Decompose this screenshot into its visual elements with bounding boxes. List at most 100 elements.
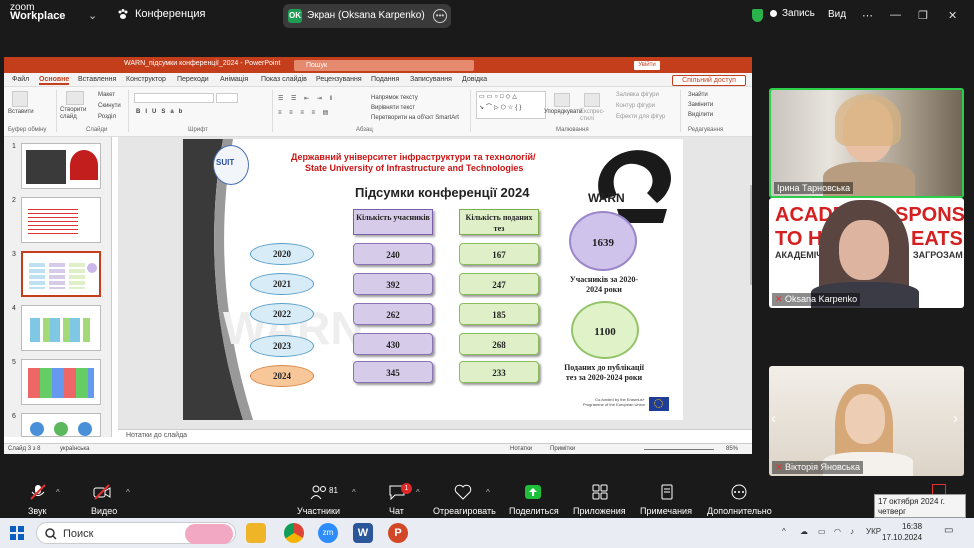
more-icon[interactable] [730,484,748,500]
list-buttons[interactable]: ☰ ☰ ⇤ ⇥ ‖ [278,95,335,102]
next-arrow-icon[interactable]: › [953,242,958,259]
tab-design[interactable]: Конструктор [126,76,166,83]
ppt-search-input[interactable]: Пошук [294,60,474,71]
taskbar-search-input[interactable]: Поиск [36,522,236,544]
new-slide-button[interactable]: Створити слайд [60,107,90,121]
slide-thumbnail-6[interactable] [21,413,101,437]
smartart-button[interactable]: Перетворити на об'єкт SmartArt [371,115,459,121]
share-button[interactable]: Спільний доступ [672,75,746,86]
view-button[interactable]: Вид [828,9,846,20]
align-text-button[interactable]: Вирівняти текст [371,105,415,111]
windows-start-icon[interactable] [10,526,24,540]
network-icon[interactable]: ▭ [818,527,826,536]
reset-button[interactable]: Скинути [98,103,121,109]
quick-styles-button[interactable]: Експрес-стилі [580,109,608,123]
login-button[interactable]: Увійти [634,61,660,70]
vertical-scrollbar[interactable] [750,185,752,285]
share-button[interactable]: Поделиться [509,506,559,516]
tab-transitions[interactable]: Переходи [177,76,209,83]
apps-icon[interactable] [591,484,609,500]
font-name-select[interactable] [134,93,214,103]
select-button[interactable]: Виділити [688,112,713,118]
notes-pane[interactable]: Нотатки до слайда [118,429,752,441]
replace-button[interactable]: Замінити [688,102,713,108]
heart-icon[interactable] [454,484,472,500]
slide-thumbnail-1[interactable] [21,143,101,189]
chevron-up-icon[interactable]: ^ [126,488,130,497]
arrange-icon[interactable] [554,93,570,107]
mic-muted-icon[interactable] [29,484,47,500]
taskbar-clock[interactable]: 16:38 17.10.2024 [882,521,922,543]
zoom-level[interactable]: 85% [726,446,738,452]
minimize-icon[interactable]: — [890,9,901,21]
arrange-button[interactable]: Упорядкувати [544,109,582,116]
notes-button[interactable]: Примечания [640,506,692,516]
chevron-up-icon[interactable]: ^ [352,488,356,497]
powerpoint-icon[interactable]: P [388,523,408,543]
next-arrow-icon[interactable]: › [953,410,958,427]
shield-icon[interactable] [752,9,763,22]
cloud-icon[interactable]: ☁ [800,527,808,536]
slide-thumbnail-3[interactable] [21,251,101,297]
chevron-up-icon[interactable]: ^ [56,488,60,497]
share-screen-icon[interactable] [524,484,542,500]
prev-arrow-icon[interactable]: ‹ [771,410,776,427]
chevron-up-icon[interactable]: ^ [486,488,490,497]
shape-fill-button[interactable]: Заливка фігури [616,92,659,98]
tab-help[interactable]: Довідка [462,76,487,83]
file-explorer-icon[interactable] [246,523,266,543]
meeting-title[interactable]: Конференция [135,8,205,20]
slide-thumbnail-2[interactable] [21,197,101,243]
shape-outline-button[interactable]: Контур фігури [616,103,655,109]
align-buttons[interactable]: ≡ ≡ ≡ ≡ ▤ [278,109,331,116]
word-icon[interactable]: W [353,523,373,543]
notes-toggle[interactable]: Нотатки [510,446,532,452]
tab-home[interactable]: Основне [39,76,70,85]
restore-icon[interactable]: ❐ [918,9,928,22]
participant-video-1[interactable]: Ірина Тарновська [769,88,964,198]
participants-button[interactable]: Участники [297,506,340,516]
wifi-icon[interactable]: ◠ [834,527,841,536]
paste-button[interactable]: Вставити [8,109,34,115]
text-direction-button[interactable]: Напрямок тексту [371,95,418,101]
tab-insert[interactable]: Вставлення [78,76,116,83]
comments-toggle[interactable]: Примітки [550,446,575,452]
video-off-icon[interactable] [93,484,111,500]
notes-icon[interactable] [658,484,676,500]
new-slide-icon[interactable] [66,91,84,105]
more-button[interactable]: Дополнительно [707,506,772,516]
font-size-select[interactable] [216,93,238,103]
find-button[interactable]: Знайти [688,92,708,98]
shapes-gallery[interactable]: ▭▭○□◇△ ↘⌒▷⬡☆{} [476,91,546,119]
shape-effects-button[interactable]: Ефекти для фігур [616,114,665,120]
zoom-slider[interactable] [644,449,714,450]
font-format-buttons[interactable]: BIUSab [136,109,187,115]
participant-video-2[interactable]: ACADE SPONSE TO H EATS АКАДЕМІЧН ЗАГРОЗА… [769,198,964,308]
more-icon[interactable]: ⋯ [862,9,873,22]
prev-arrow-icon[interactable]: ‹ [771,242,776,259]
close-icon[interactable]: ✕ [948,9,957,22]
current-slide[interactable]: WARN SUIT Державний університет інфрастр… [183,139,683,420]
audio-button[interactable]: Звук [28,506,46,516]
quick-styles-icon[interactable] [584,93,600,107]
notifications-icon[interactable]: ▭ [944,525,953,536]
tab-record[interactable]: Записування [410,76,452,83]
section-button[interactable]: Розділ [98,114,116,120]
tray-chevron-icon[interactable]: ^ [782,527,786,536]
zoom-app-icon[interactable]: zm [318,523,338,543]
tab-view[interactable]: Подання [371,76,399,83]
participants-icon[interactable] [310,484,328,500]
volume-icon[interactable]: ♪ [850,527,854,536]
language-status[interactable]: українська [60,446,90,452]
record-label[interactable]: Запись [782,8,815,19]
chevron-down-icon[interactable]: ⌄ [88,9,97,22]
slide-thumbnail-5[interactable] [21,359,101,405]
video-button[interactable]: Видео [91,506,117,516]
chat-button[interactable]: Чат [389,506,404,516]
more-icon[interactable]: ••• [433,9,447,23]
react-button[interactable]: Отреагировать [433,506,496,516]
apps-button[interactable]: Приложения [573,506,626,516]
language-indicator[interactable]: УКР [866,527,881,536]
tab-review[interactable]: Рецензування [316,76,362,83]
layout-button[interactable]: Макет [98,92,115,98]
